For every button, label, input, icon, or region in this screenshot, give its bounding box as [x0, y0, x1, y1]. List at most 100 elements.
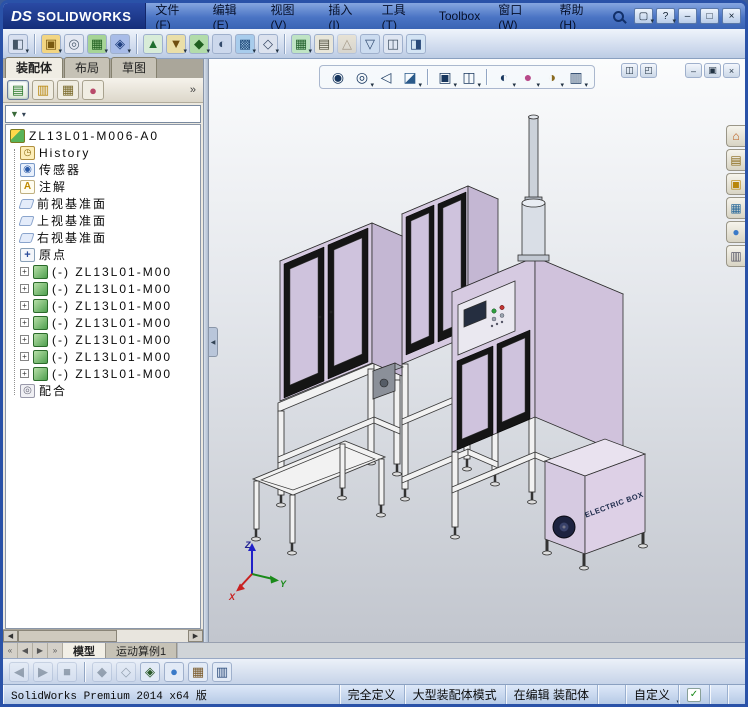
open-document-icon[interactable]: ▣ [41, 33, 62, 55]
expander-icon[interactable]: + [20, 369, 29, 378]
solidworks-resources-icon[interactable]: ⌂ [726, 125, 745, 147]
custom-properties-icon[interactable]: ▥ [726, 245, 745, 267]
menu-item-6[interactable]: 窗口(W) [489, 3, 550, 32]
document-minimize-icon[interactable]: – [685, 63, 702, 78]
appearances-scenes-icon[interactable]: ● [726, 221, 745, 243]
tree-filter-row[interactable]: ▼ ▾ [5, 105, 201, 123]
expander-icon[interactable]: + [20, 318, 29, 327]
playback-stop-icon[interactable]: ■ [57, 661, 77, 682]
attach-document-icon[interactable]: ◎ [64, 33, 84, 54]
hide-show-items-icon[interactable]: ◐ [494, 67, 516, 89]
panel-tab-2[interactable]: 草图 [111, 57, 158, 78]
collapse-panel-arrow[interactable]: ◀ [209, 327, 218, 357]
model-canvas[interactable]: ELECTRIC BOX Z Y X [209, 59, 745, 641]
scroll-next-tab-icon[interactable]: ▶ [33, 643, 48, 658]
section-view-icon[interactable]: ◪ [400, 67, 422, 90]
expander-icon[interactable]: + [20, 301, 29, 310]
menu-item-1[interactable]: 编辑(E) [204, 3, 262, 32]
scroll-track[interactable] [18, 630, 188, 642]
restore-window-icon[interactable]: □ [700, 8, 719, 24]
tree-item-top-plane[interactable]: 上视基准面 [6, 212, 200, 229]
expander-icon[interactable]: + [20, 267, 29, 276]
view-orientation-icon[interactable]: ▣ [435, 67, 457, 90]
measure-icon[interactable]: ◫ [383, 33, 403, 54]
scroll-prev-tab-icon[interactable]: ◀ [18, 643, 33, 658]
tree-item-front-plane[interactable]: 前视基准面 [6, 195, 200, 212]
tree-root-assembly[interactable]: ZL13L01-M006-A0 [6, 127, 200, 144]
tree-item-origin[interactable]: + 原点 [6, 246, 200, 263]
expander-icon[interactable]: + [20, 335, 29, 344]
exploded-view-icon[interactable]: △ [337, 33, 357, 54]
tree-item-history[interactable]: ◷ History [6, 144, 200, 161]
split-pane-horizontal-icon[interactable]: ◫ [621, 63, 638, 78]
new-document-icon[interactable]: ▢ [634, 8, 654, 25]
document-restore-icon[interactable]: ▣ [704, 63, 721, 78]
menu-item-2[interactable]: 视图(V) [262, 3, 320, 32]
expander-icon[interactable]: + [20, 352, 29, 361]
cabinet-right[interactable] [450, 256, 625, 455]
electric-box[interactable]: ELECTRIC BOX [542, 438, 648, 571]
design-library-icon[interactable]: ▤ [726, 149, 745, 171]
interference-detection-icon[interactable]: ▽ [360, 33, 380, 54]
menu-item-7[interactable]: 帮助(H) [550, 3, 609, 32]
move-component-icon[interactable]: ◆ [189, 33, 210, 55]
display-style-icon[interactable]: ◫ [459, 67, 481, 90]
apply-scene-icon[interactable]: ◑ [542, 67, 564, 89]
graphics-viewport[interactable]: ELECTRIC BOX Z Y X ◉◎◁◪▣◫◐●◑▥ ◫◰ [209, 59, 745, 642]
panel-tab-1[interactable]: 布局 [64, 57, 111, 78]
tree-item-component-5[interactable]: + (-) ZL13L01-M00 [6, 331, 200, 348]
tools-options-icon[interactable]: ◧ [8, 33, 29, 55]
minimize-window-icon[interactable]: – [678, 8, 697, 24]
view-settings-icon[interactable]: ▥ [566, 67, 588, 90]
insert-component-icon[interactable]: ▦ [87, 33, 108, 55]
panel-horizontal-scrollbar[interactable]: ◀ ▶ [3, 629, 203, 642]
help-icon[interactable]: ? [656, 8, 676, 25]
tree-item-component-2[interactable]: + (-) ZL13L01-M00 [6, 280, 200, 297]
menu-item-4[interactable]: 工具(T) [373, 3, 430, 32]
document-close-icon[interactable]: × [723, 63, 740, 78]
edit-appearance-icon[interactable]: ● [518, 67, 540, 89]
scroll-last-tab-icon[interactable]: » [48, 643, 63, 658]
document-tab-1[interactable]: 运动算例1 [106, 643, 178, 658]
featuremanager-tree-icon[interactable]: ▤ [7, 80, 29, 100]
tree-item-mates[interactable]: ◎ 配合 [6, 382, 200, 399]
scroll-thumb[interactable] [18, 630, 117, 642]
linear-component-pattern-icon[interactable]: ▦ [291, 33, 312, 55]
mate-icon[interactable]: ◈ [110, 33, 131, 55]
scroll-right-icon[interactable]: ▶ [188, 630, 203, 642]
file-explorer-icon[interactable]: ▣ [726, 173, 745, 195]
filter-funnel-icon[interactable]: ▼ [10, 109, 19, 119]
check-entity-icon[interactable]: ◈ [140, 661, 160, 682]
filter-caret-icon[interactable]: ▾ [22, 110, 26, 119]
playback-play-icon[interactable]: ▶ [33, 661, 53, 682]
section-view-icon[interactable]: ◨ [406, 33, 426, 54]
tree-item-right-plane[interactable]: 右视基准面 [6, 229, 200, 246]
expander-icon[interactable]: + [20, 284, 29, 293]
tree-item-annotations[interactable]: A 注解 [6, 178, 200, 195]
tree-item-component-7[interactable]: + (-) ZL13L01-M00 [6, 365, 200, 382]
zoom-area-icon[interactable]: ◎ [352, 67, 374, 90]
search-icon[interactable] [613, 10, 624, 22]
tab-scroll-track[interactable] [177, 643, 745, 658]
panel-tab-0[interactable]: 装配体 [5, 57, 64, 78]
chimney-stack[interactable] [517, 114, 550, 262]
frame-front-table[interactable] [251, 440, 387, 556]
document-tab-0[interactable]: 模型 [63, 643, 106, 658]
previous-view-icon[interactable]: ◁ [376, 67, 396, 87]
propertymanager-icon[interactable]: ▥ [32, 80, 54, 100]
tree-item-component-3[interactable]: + (-) ZL13L01-M00 [6, 297, 200, 314]
rebuild-icon[interactable]: ▲ [143, 33, 163, 54]
scroll-first-tab-icon[interactable]: « [3, 643, 18, 658]
apply-texture-icon[interactable]: ▦ [188, 661, 208, 682]
menu-item-0[interactable]: 文件(F) [146, 3, 203, 32]
assembly-features-icon[interactable]: ▩ [235, 33, 256, 55]
menu-item-5[interactable]: Toolbox [430, 3, 489, 29]
split-pane-vertical-icon[interactable]: ◰ [640, 63, 657, 78]
close-window-icon[interactable]: × [722, 8, 741, 24]
tree-item-sensors[interactable]: ◉ 传感器 [6, 161, 200, 178]
configurationmanager-icon[interactable]: ▦ [57, 80, 79, 100]
tree-item-component-1[interactable]: + (-) ZL13L01-M00 [6, 263, 200, 280]
bill-of-materials-icon[interactable]: ▤ [314, 33, 334, 54]
expand-panel-icon[interactable]: » [187, 84, 199, 96]
menu-item-3[interactable]: 插入(I) [319, 3, 372, 32]
